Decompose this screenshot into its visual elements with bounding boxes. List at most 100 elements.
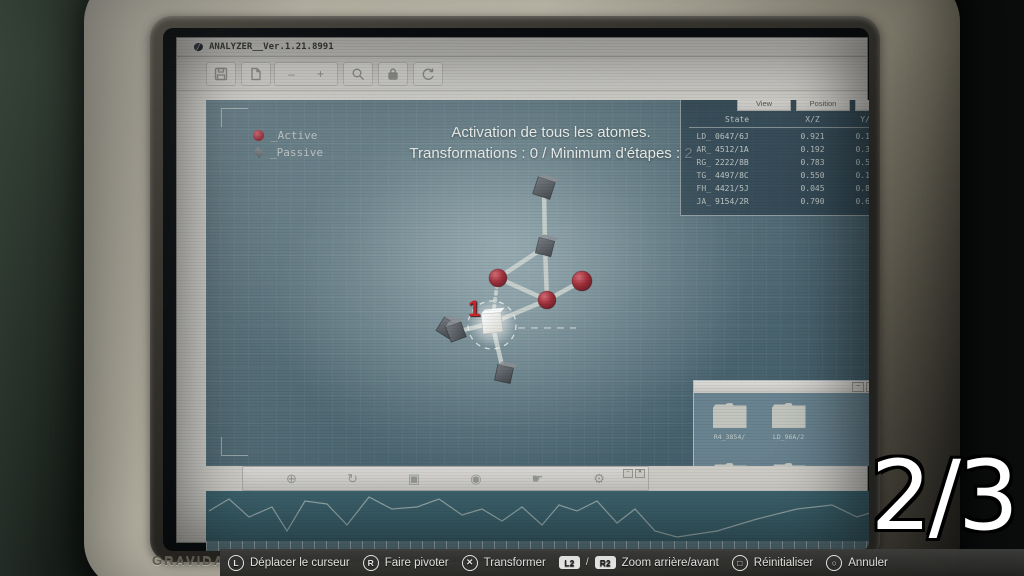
move-icon[interactable]: ⊕ xyxy=(286,471,297,487)
puzzle-progress: 2/3 xyxy=(871,448,1017,544)
window-titlebar: ANALYZER__Ver.1.21.8991 xyxy=(177,38,867,57)
folder-item[interactable]: JA_9154 xyxy=(700,457,759,466)
table-row[interactable]: FH_4421/5J0.0450.842 xyxy=(689,182,869,195)
table-row[interactable]: LD_0647/6J0.9210.153 xyxy=(689,130,869,143)
control-hint: ○ Annuler xyxy=(826,555,888,571)
folder-item[interactable]: RG_8374/ xyxy=(759,457,818,466)
separator: / xyxy=(586,557,589,568)
table-cell: 0.594 xyxy=(840,158,869,167)
table-tab-bar: View Position Edit xyxy=(737,100,869,111)
state-table-panel: – ✕ ViewPositionEdit State X/Z Y/Z LD_06… xyxy=(680,100,869,216)
table-body: LD_0647/6J0.9210.153AR_4512/1A0.1920.320… xyxy=(689,130,869,208)
column-state: State xyxy=(689,115,785,124)
new-document-button[interactable] xyxy=(241,62,271,86)
undo-rotate-icon xyxy=(421,67,435,81)
control-hint-label: Transformer xyxy=(484,557,546,569)
table-cell: 0.790 xyxy=(785,197,840,206)
control-hint-label: Annuler xyxy=(848,557,888,569)
search-button[interactable] xyxy=(343,62,373,86)
folder-item[interactable]: R4_3854/ xyxy=(700,397,759,457)
folder-icon xyxy=(772,463,806,466)
r-stick-icon: R xyxy=(363,555,379,571)
window-toolbar: – + xyxy=(177,57,867,91)
table-cell: LD_ xyxy=(689,132,715,141)
control-hint-label: Zoom arrière/avant xyxy=(622,557,719,569)
control-hints: L Déplacer le curseur R Faire pivoter ✕ Trans… xyxy=(228,555,888,571)
close-button[interactable]: ✕ xyxy=(635,469,645,478)
table-separator xyxy=(689,127,869,128)
control-hint: L2 / R2 Zoom arrière/avant xyxy=(559,556,719,569)
rotate-icon[interactable]: ↻ xyxy=(347,471,358,487)
active-atom[interactable] xyxy=(538,291,556,309)
table-header: State X/Z Y/Z xyxy=(689,115,869,124)
table-cell: 9154/2R xyxy=(715,197,785,206)
table-cell: 0.921 xyxy=(785,132,840,141)
table-cell: 0.550 xyxy=(785,171,840,180)
cross-button-icon: ✕ xyxy=(462,555,478,571)
table-cell: 0.320 xyxy=(840,145,869,154)
lock-button[interactable] xyxy=(378,62,408,86)
page-icon xyxy=(249,67,263,81)
viewer-toolbar-icons: ⊕ ↻ ▣ ◉ ☛ ⚙ xyxy=(243,467,648,490)
table-row[interactable]: RG_2222/8B0.7830.594 xyxy=(689,156,869,169)
folder-grid: R4_3854/LD_96A/2JA_9154RG_8374/GG_4497/ xyxy=(700,397,869,466)
control-hint: R Faire pivoter xyxy=(363,555,449,571)
r2-button-icon: R2 xyxy=(595,556,616,569)
waveform-strip xyxy=(206,491,869,551)
l2-button-icon: L2 xyxy=(559,556,580,569)
minimize-button[interactable]: – xyxy=(852,382,864,392)
waveform-line xyxy=(209,497,869,537)
folder-icon xyxy=(772,403,806,428)
active-atom[interactable] xyxy=(489,269,507,287)
table-cell: 0.183 xyxy=(840,171,869,180)
table-cell: 2222/8B xyxy=(715,158,785,167)
box-select-icon[interactable]: ▣ xyxy=(408,471,420,487)
table-row[interactable]: JA_9154/2R0.7900.634 xyxy=(689,195,869,208)
table-row[interactable]: AR_4512/1A0.1920.320 xyxy=(689,143,869,156)
table-tab-position[interactable]: Position xyxy=(796,100,850,111)
control-hints-bar: L Déplacer le curseur R Faire pivoter ✕ Trans… xyxy=(220,549,1024,576)
table-cell: AR_ xyxy=(689,145,715,154)
control-hint-label: Réinitialiser xyxy=(754,557,813,569)
column-xz: X/Z xyxy=(785,115,840,124)
control-hint: L Déplacer le curseur xyxy=(228,555,350,571)
table-tab-view[interactable]: View xyxy=(737,100,791,111)
monitor-brand: GRAVIDA xyxy=(152,553,225,568)
folder-item[interactable]: LD_96A/2 xyxy=(759,397,818,457)
folder-icon xyxy=(713,463,747,466)
control-hint: ✕ Transformer xyxy=(462,555,546,571)
scene: GRAVIDA ANALYZER__Ver.1.21.8991 – + xyxy=(0,0,1024,576)
active-atom[interactable] xyxy=(572,271,592,291)
window-title: ANALYZER__Ver.1.21.8991 xyxy=(209,42,334,52)
zoom-stepper[interactable]: – + xyxy=(274,62,338,86)
l-stick-icon: L xyxy=(228,555,244,571)
table-cell: FH_ xyxy=(689,184,715,193)
folder-label: LD_96A/2 xyxy=(773,433,804,441)
table-cell: 4497/8C xyxy=(715,171,785,180)
table-tab-edit[interactable]: Edit xyxy=(855,100,869,111)
close-button[interactable]: ✕ xyxy=(866,382,869,392)
reset-view-button[interactable] xyxy=(413,62,443,86)
zoom-out-label[interactable]: – xyxy=(288,67,295,81)
save-button[interactable] xyxy=(206,62,236,86)
lock-icon xyxy=(386,67,400,81)
folders-panel: – ✕ R4_3854/LD_96A/2JA_9154RG_8374/GG_44… xyxy=(693,380,869,466)
circle-button-icon: ○ xyxy=(826,555,842,571)
analyzer-logo-icon xyxy=(193,42,204,52)
zoom-in-label[interactable]: + xyxy=(317,67,324,81)
table-cell: 0.634 xyxy=(840,197,869,206)
column-yz: Y/Z xyxy=(840,115,869,124)
eye-icon[interactable]: ◉ xyxy=(470,471,481,487)
table-cell: RG_ xyxy=(689,158,715,167)
crt-screen: ANALYZER__Ver.1.21.8991 – + xyxy=(163,28,869,551)
gear-icon[interactable]: ⚙ xyxy=(593,471,605,487)
control-hint: □Réinitialiser xyxy=(732,555,813,571)
control-hint-label: Déplacer le curseur xyxy=(250,557,350,569)
table-cell: 4421/5J xyxy=(715,184,785,193)
hand-icon[interactable]: ☛ xyxy=(532,471,544,487)
control-hint-label: Faire pivoter xyxy=(385,557,449,569)
folder-label: R4_3854/ xyxy=(714,433,745,441)
table-row[interactable]: TG_4497/8C0.5500.183 xyxy=(689,169,869,182)
folder-icon xyxy=(713,403,747,428)
minimize-button[interactable]: – xyxy=(623,469,633,478)
